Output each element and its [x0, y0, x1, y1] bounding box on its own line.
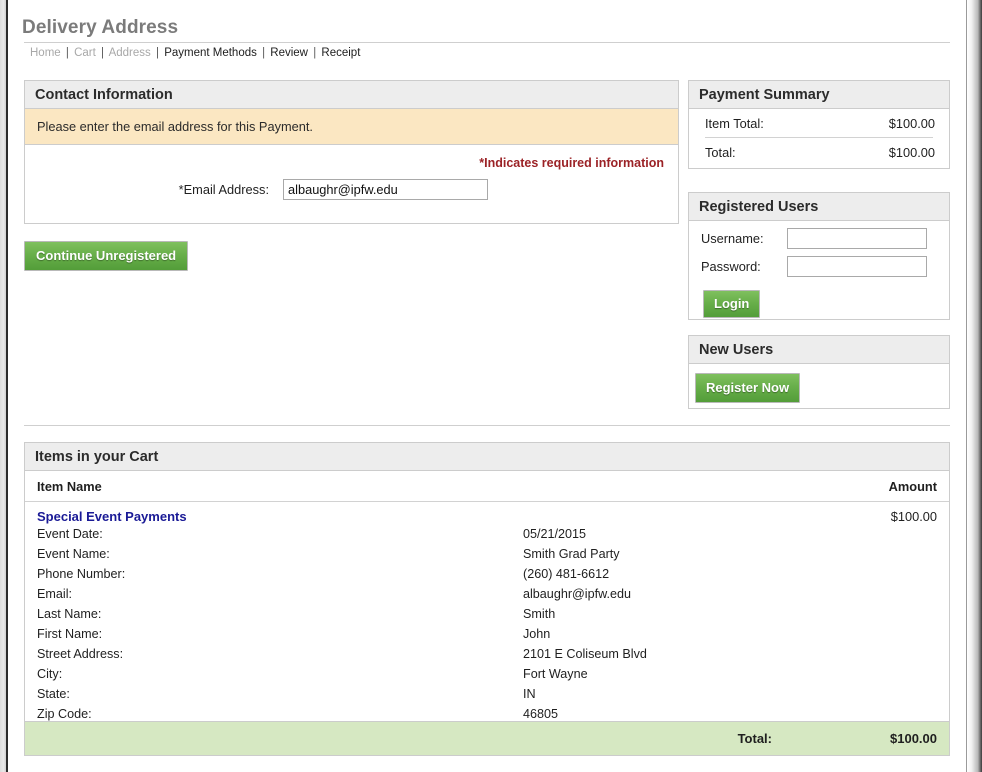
page-canvas: Delivery Address Home | Cart | Address |…: [8, 0, 966, 772]
email-alert-message: Please enter the email address for this …: [25, 109, 678, 145]
summary-total-label: Total:: [705, 145, 736, 160]
page-title: Delivery Address: [22, 17, 179, 38]
cart-item-header: Special Event Payments $100.00: [25, 502, 949, 524]
breadcrumb-item-cart[interactable]: Cart: [74, 47, 96, 59]
detail-row-last-name: Last Name: Smith: [37, 604, 937, 624]
cart-item-details: Event Date: 05/21/2015 Event Name: Smith…: [25, 524, 949, 724]
detail-value: John: [523, 627, 551, 641]
registered-users-body: Username: Password: Login: [689, 221, 949, 318]
item-total-value: $100.00: [888, 116, 935, 131]
breadcrumb-separator: |: [65, 47, 69, 59]
required-information-note: *Indicates required information: [479, 156, 664, 170]
username-label: Username:: [701, 231, 764, 246]
cart-item-name-link[interactable]: Special Event Payments: [37, 509, 187, 524]
detail-value: Smith: [523, 607, 556, 621]
payment-summary-row-total: Total: $100.00: [689, 138, 949, 166]
breadcrumb-separator: |: [155, 47, 159, 59]
detail-label: Last Name:: [37, 607, 102, 621]
detail-label: State:: [37, 687, 70, 701]
summary-total-value: $100.00: [888, 145, 935, 160]
detail-row-city: City: Fort Wayne: [37, 664, 937, 684]
username-input[interactable]: [787, 228, 927, 249]
cart-column-headers: Item Name Amount: [25, 471, 949, 502]
contact-information-heading: Contact Information: [25, 81, 678, 109]
detail-label: Phone Number:: [37, 567, 126, 581]
cart-column-amount: Amount: [888, 479, 937, 494]
detail-value: 05/21/2015: [523, 527, 587, 541]
email-address-label: *Email Address:: [178, 182, 269, 197]
title-divider: [24, 42, 950, 43]
breadcrumb: Home | Cart | Address | Payment Methods …: [30, 46, 360, 60]
email-address-row: *Email Address:: [25, 170, 678, 200]
payment-summary-panel: Payment Summary Item Total: $100.00 Tota…: [688, 80, 950, 169]
detail-label: First Name:: [37, 627, 103, 641]
detail-label: Event Date:: [37, 527, 103, 541]
cart-total-value: $100.00: [890, 731, 937, 746]
detail-row-state: State: IN: [37, 684, 937, 704]
detail-row-email: Email: albaughr@ipfw.edu: [37, 584, 937, 604]
continue-unregistered-button[interactable]: Continue Unregistered: [24, 241, 189, 271]
cart-total-row: Total: $100.00: [25, 721, 949, 755]
detail-row-street-address: Street Address: 2101 E Coliseum Blvd: [37, 644, 937, 664]
detail-row-phone-number: Phone Number: (260) 481-6612: [37, 564, 937, 584]
item-total-label: Item Total:: [705, 116, 764, 131]
breadcrumb-item-address[interactable]: Address: [109, 47, 151, 59]
login-button-row: Login: [689, 277, 949, 318]
detail-value: albaughr@ipfw.edu: [523, 587, 632, 601]
breadcrumb-separator: |: [101, 47, 105, 59]
cart-item-amount: $100.00: [890, 509, 937, 524]
payment-summary-heading: Payment Summary: [689, 81, 949, 109]
breadcrumb-item-receipt[interactable]: Receipt: [321, 47, 360, 59]
email-input[interactable]: [283, 179, 488, 200]
password-input[interactable]: [787, 256, 927, 277]
detail-value: (260) 481-6612: [523, 567, 610, 581]
detail-label: Email:: [37, 587, 72, 601]
breadcrumb-separator: |: [313, 47, 317, 59]
cart-row: Special Event Payments $100.00 Event Dat…: [25, 502, 949, 724]
breadcrumb-item-payment-methods[interactable]: Payment Methods: [164, 47, 257, 59]
detail-value: IN: [523, 687, 536, 701]
breadcrumb-item-review[interactable]: Review: [270, 47, 308, 59]
detail-value: 2101 E Coliseum Blvd: [523, 647, 647, 661]
registered-users-heading: Registered Users: [689, 193, 949, 221]
password-label: Password:: [701, 259, 761, 274]
password-row: Password:: [689, 249, 949, 277]
cart-section-divider: [24, 425, 950, 426]
contact-information-panel: Contact Information Please enter the ema…: [24, 80, 679, 224]
payment-summary-body: Item Total: $100.00 Total: $100.00: [689, 109, 949, 166]
cart-column-item-name: Item Name: [37, 479, 102, 494]
cart-total-label: Total:: [737, 731, 772, 746]
detail-label: City:: [37, 667, 63, 681]
detail-value: Smith Grad Party: [523, 547, 620, 561]
registered-users-panel: Registered Users Username: Password: Log…: [688, 192, 950, 320]
detail-label: Event Name:: [37, 547, 110, 561]
cart-panel: Items in your Cart Item Name Amount Spec…: [24, 442, 950, 756]
new-users-body: Register Now: [689, 364, 949, 403]
detail-row-event-date: Event Date: 05/21/2015: [37, 524, 937, 544]
detail-row-first-name: First Name: John: [37, 624, 937, 644]
breadcrumb-separator: |: [262, 47, 266, 59]
detail-row-event-name: Event Name: Smith Grad Party: [37, 544, 937, 564]
detail-label: Street Address:: [37, 647, 124, 661]
breadcrumb-item-home[interactable]: Home: [30, 47, 61, 59]
detail-value: Fort Wayne: [523, 667, 588, 681]
login-button[interactable]: Login: [703, 290, 761, 318]
new-users-panel: New Users Register Now: [688, 335, 950, 409]
username-row: Username:: [689, 221, 949, 249]
register-now-button[interactable]: Register Now: [695, 373, 801, 403]
payment-summary-row-item-total: Item Total: $100.00: [689, 109, 949, 137]
page-right-gutter: [967, 0, 982, 772]
contact-information-body: *Indicates required information *Email A…: [25, 145, 678, 200]
cart-heading: Items in your Cart: [25, 443, 949, 471]
new-users-heading: New Users: [689, 336, 949, 364]
